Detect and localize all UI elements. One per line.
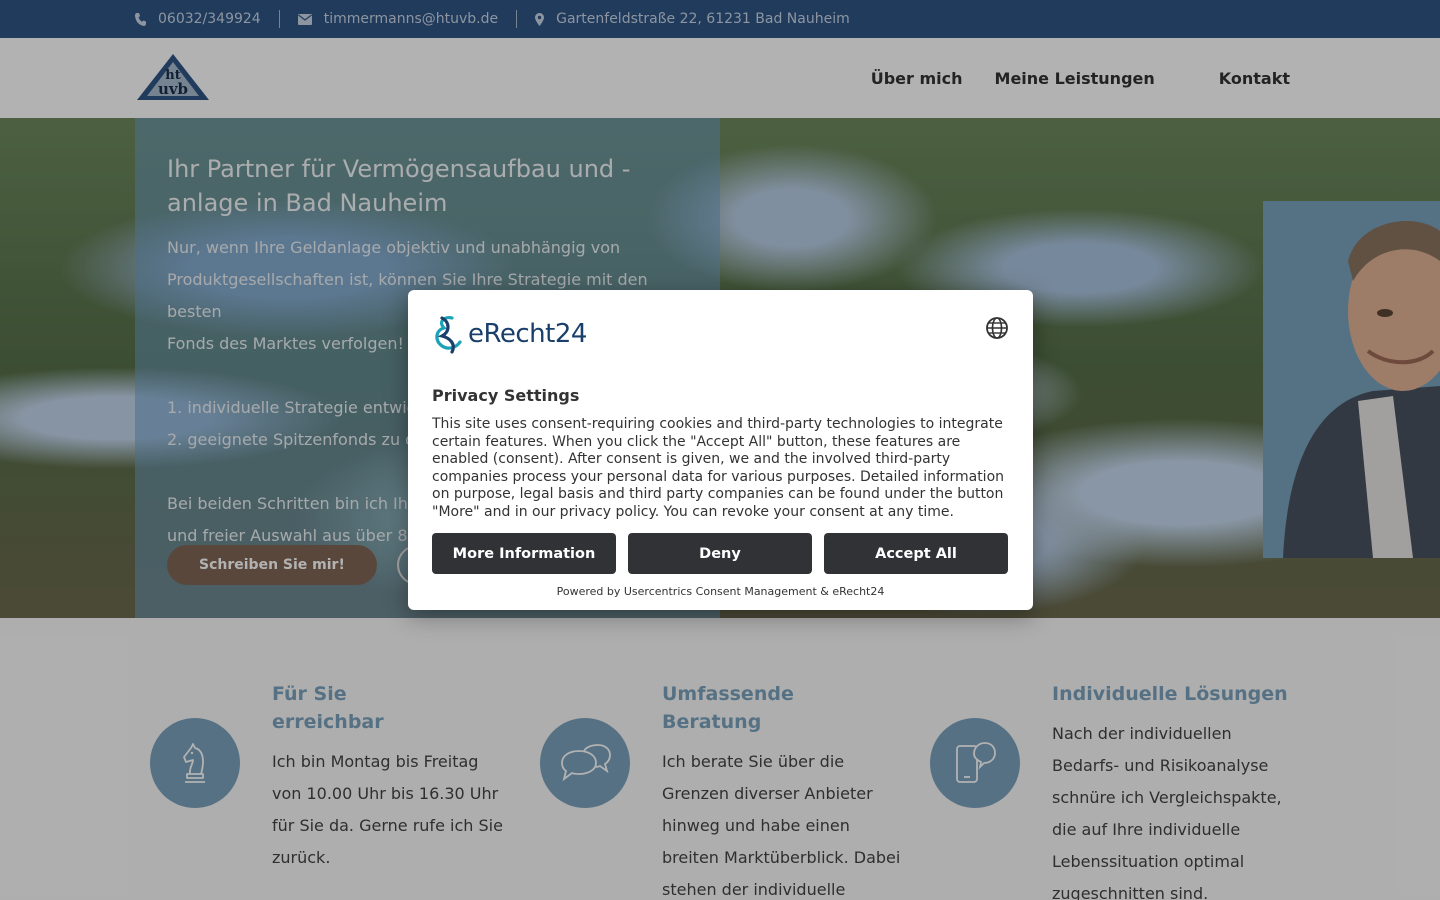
dialog-title: Privacy Settings (432, 386, 580, 405)
accept-all-button[interactable]: Accept All (824, 533, 1008, 574)
more-information-button[interactable]: More Information (432, 533, 616, 574)
privacy-settings-dialog: eRecht24 Privacy Settings This site uses… (408, 290, 1033, 610)
brand-name: eRecht24 (468, 319, 587, 349)
dialog-body: This site uses consent-requiring cookies… (432, 416, 1005, 520)
erecht24-logo: eRecht24 (432, 314, 587, 354)
deny-button[interactable]: Deny (628, 533, 812, 574)
dialog-buttons: More Information Deny Accept All (432, 533, 1008, 574)
erecht24-symbol-icon (435, 316, 462, 354)
language-globe-icon[interactable] (985, 316, 1009, 340)
powered-by-text: Powered by Usercentrics Consent Manageme… (556, 585, 885, 598)
